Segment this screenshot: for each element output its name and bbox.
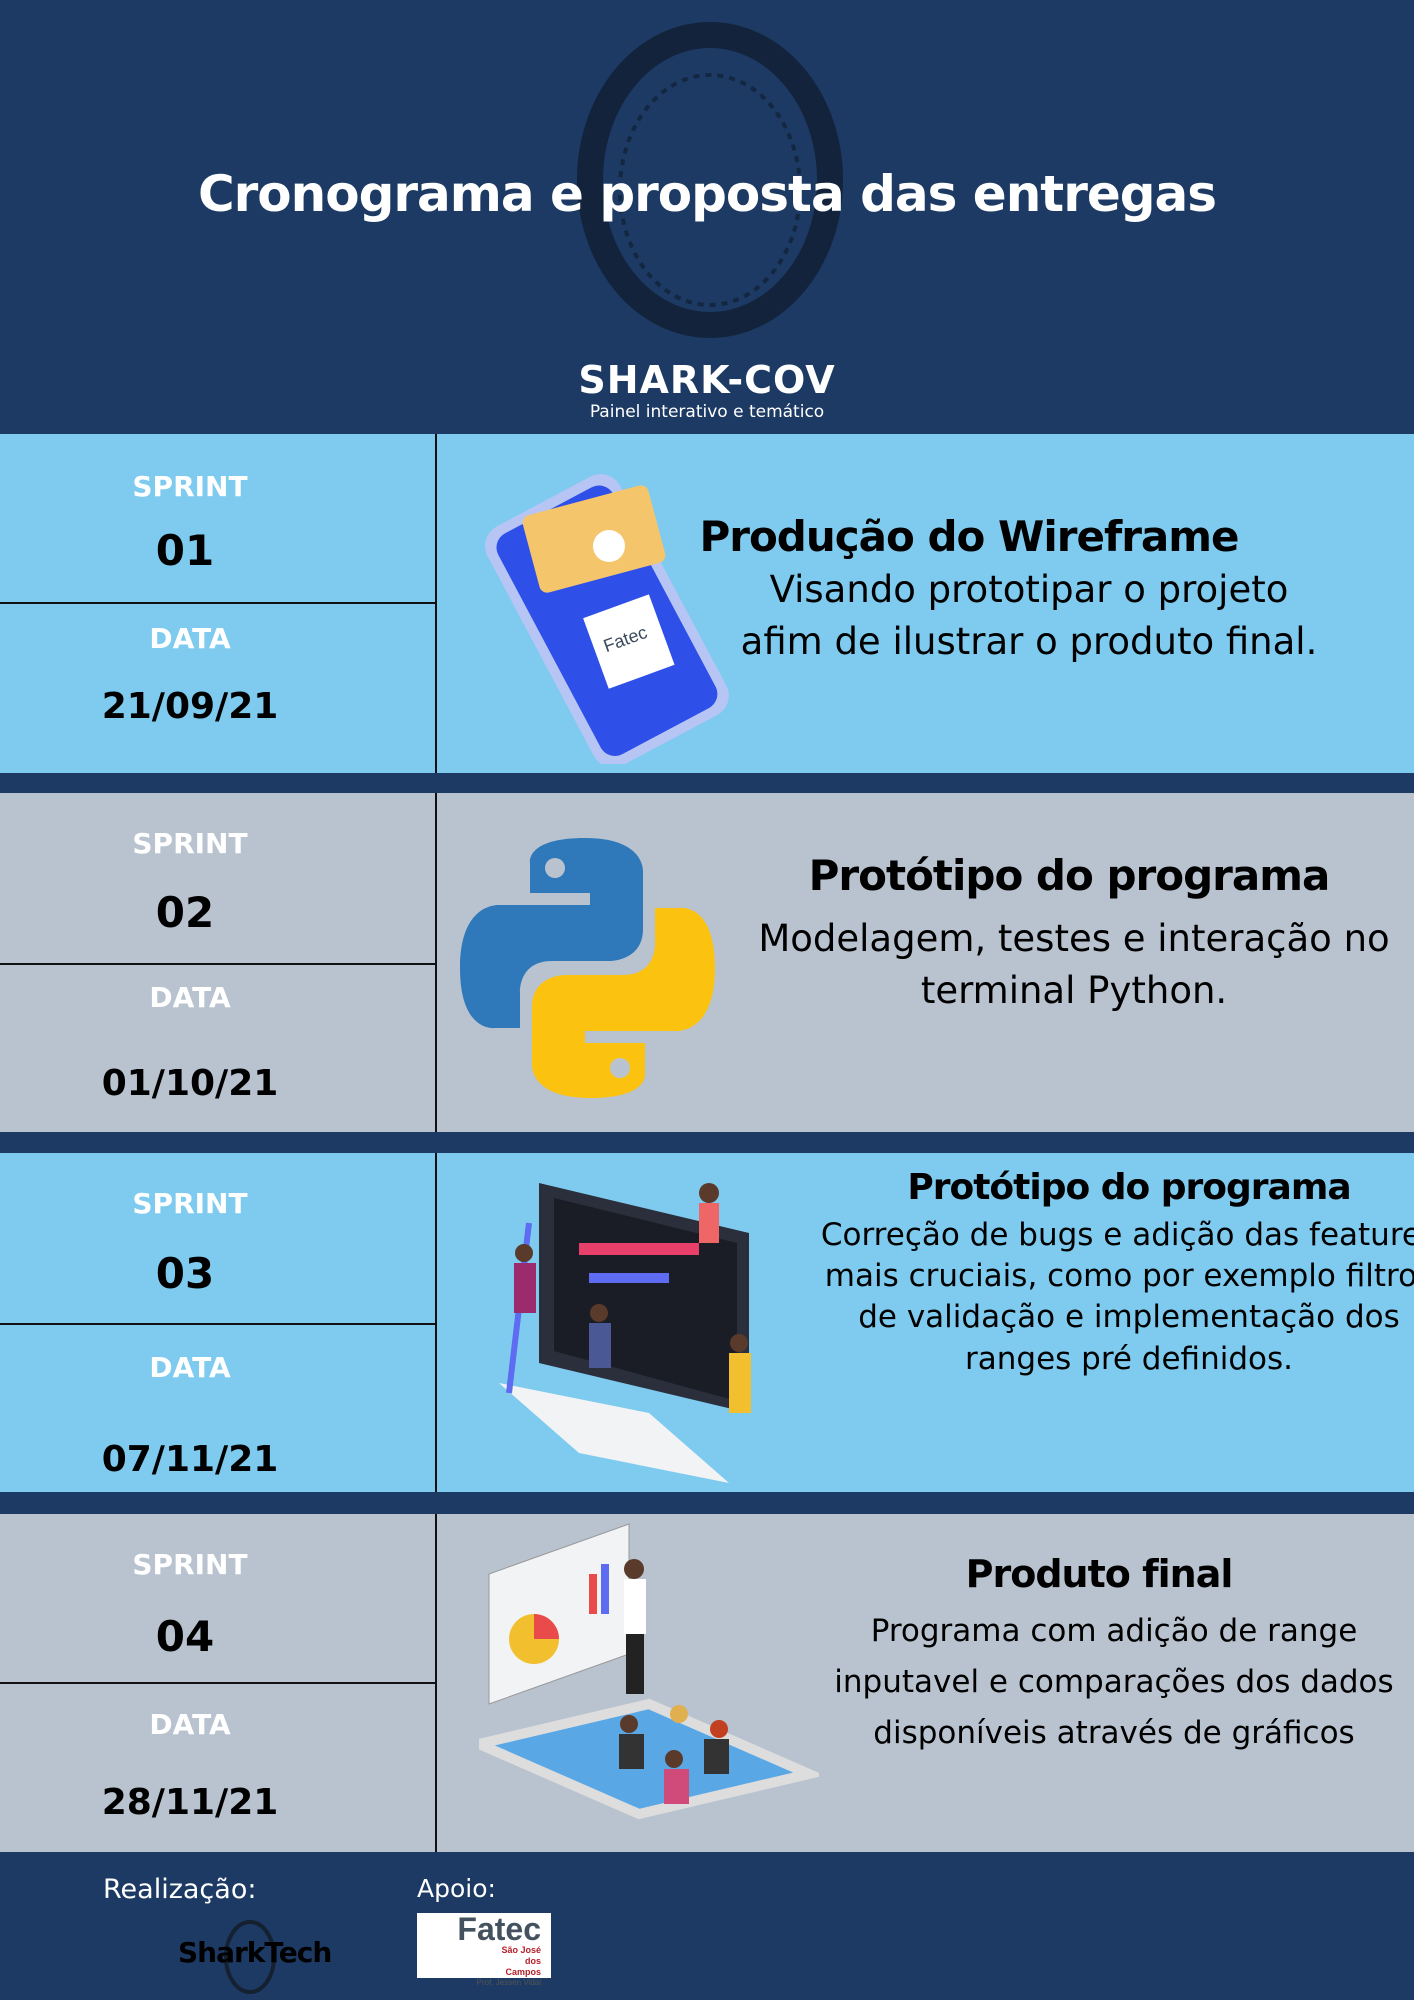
developers-screen-icon (499, 1183, 751, 1483)
sharktech-logo: SharkTech (178, 1936, 332, 1969)
fatec-city: São José dos Campos (501, 1945, 541, 1977)
date-label: DATA (149, 1708, 231, 1741)
sprint-date: 28/11/21 (101, 1782, 279, 1823)
sprint-number: 03 (155, 1249, 215, 1298)
sprint-description: Correção de bugs e adição das features m… (820, 1217, 1414, 1377)
sprint-number: 04 (155, 1612, 215, 1661)
sprint-row-4: SPRINT 04 DATA 28/11/21 Produto final Pr… (0, 1514, 1414, 1853)
realizacao-label: Realização: (103, 1874, 257, 1905)
sprint-date: 01/10/21 (101, 1063, 279, 1104)
sprint-heading: Produção do Wireframe (699, 512, 1239, 561)
sprint-heading: Protótipo do programa (808, 851, 1331, 900)
fatec-prof: Prof. Jessen Vidal (476, 1978, 541, 1987)
sprint-info: SPRINT 01 DATA 21/09/21 (0, 434, 437, 773)
sprint-row-3: SPRINT 03 DATA 07/11/21 Protótipo do pro… (0, 1153, 1414, 1492)
presentation-team-icon (479, 1523, 819, 1820)
date-label: DATA (149, 622, 231, 655)
fatec-logo: Fatec São José dos Campos Prof. Jessen V… (417, 1911, 551, 1987)
divider (0, 1323, 437, 1325)
divider (0, 963, 437, 965)
sprint-heading: Produto final (965, 1552, 1234, 1596)
sprint-date: 07/11/21 (101, 1439, 279, 1480)
fatec-logo-text: Fatec (457, 1911, 541, 1947)
sprint-label: SPRINT (132, 470, 248, 503)
sprint-row-2: SPRINT 02 DATA 01/10/21 Protótipo do pro… (0, 793, 1414, 1132)
sprint-description: Programa com adição de range inputavel e… (834, 1613, 1394, 1751)
footer: Realização: Apoio: SharkTech Fatec São J… (0, 1852, 1414, 2000)
sprint-number: 01 (155, 526, 215, 575)
brand-name: SHARK-COV (578, 358, 836, 402)
python-logo-icon (460, 838, 715, 1098)
sprint-info: SPRINT 03 DATA 07/11/21 (0, 1153, 437, 1492)
sprint-row-1: SPRINT 01 DATA 21/09/21 Fatec Produção d… (0, 434, 1414, 773)
sprint-info: SPRINT 02 DATA 01/10/21 (0, 793, 437, 1132)
sprint-date: 21/09/21 (101, 686, 279, 727)
sprint-number: 02 (155, 888, 215, 937)
header: Cronograma e proposta das entregas SHARK… (0, 0, 1414, 434)
sprint-description: Modelagem, testes e interação no termina… (758, 917, 1390, 1012)
sprint-label: SPRINT (132, 1548, 248, 1581)
page-title: Cronograma e proposta das entregas (197, 165, 1217, 223)
apoio-label: Apoio: (417, 1874, 496, 1903)
phone-wireframe-icon: Fatec (485, 474, 729, 764)
sprint-description: Visando prototipar o projeto afim de ilu… (740, 568, 1318, 663)
date-label: DATA (149, 981, 231, 1014)
brand-subtitle: Painel interativo e temático (589, 402, 825, 422)
sprint-label: SPRINT (132, 1187, 248, 1220)
sprint-info: SPRINT 04 DATA 28/11/21 (0, 1514, 437, 1853)
sprint-label: SPRINT (132, 827, 248, 860)
date-label: DATA (149, 1351, 231, 1384)
divider (0, 1682, 437, 1684)
divider (0, 602, 437, 604)
sprint-heading: Protótipo do programa (907, 1167, 1351, 1208)
